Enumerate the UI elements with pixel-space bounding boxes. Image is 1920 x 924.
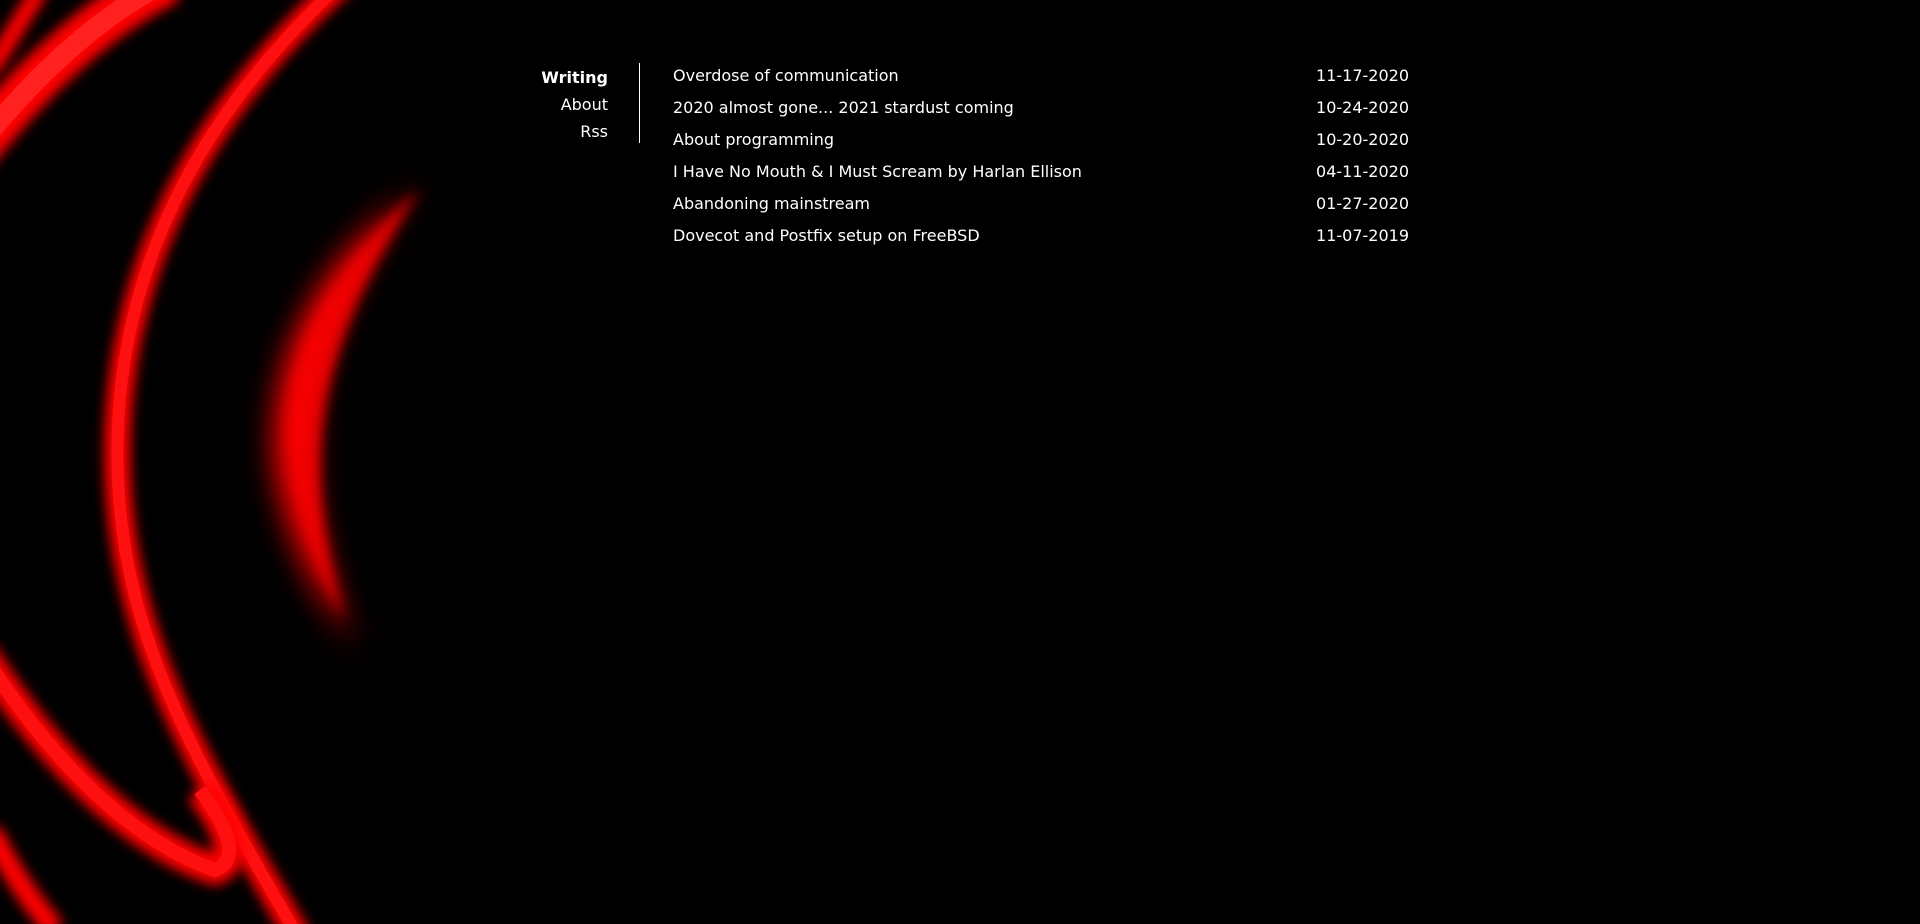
post-list-item: I Have No Mouth & I Must Scream by Harla…	[673, 159, 1409, 191]
post-title-link[interactable]: 2020 almost gone... 2021 stardust coming	[673, 95, 1014, 121]
post-date: 01-27-2020	[1316, 194, 1409, 213]
nav-divider	[639, 63, 640, 143]
nav-rss-link[interactable]: Rss	[440, 118, 608, 145]
post-date: 10-24-2020	[1316, 98, 1409, 117]
post-date: 04-11-2020	[1316, 162, 1409, 181]
nav-writing-link[interactable]: Writing	[440, 64, 608, 91]
nav-about-link[interactable]: About	[440, 91, 608, 118]
red-arc-bottom	[0, 825, 64, 924]
post-list-item: Abandoning mainstream 01-27-2020	[673, 191, 1409, 223]
post-list-item: Dovecot and Postfix setup on FreeBSD 11-…	[673, 223, 1409, 255]
post-list-item: 2020 almost gone... 2021 stardust coming…	[673, 95, 1409, 127]
post-title-link[interactable]: I Have No Mouth & I Must Scream by Harla…	[673, 159, 1082, 185]
post-list: Overdose of communication 11-17-2020 202…	[673, 63, 1409, 255]
post-title-link[interactable]: Abandoning mainstream	[673, 191, 870, 217]
post-title-link[interactable]: About programming	[673, 127, 834, 153]
post-list-item: About programming 10-20-2020	[673, 127, 1409, 159]
post-title-link[interactable]: Dovecot and Postfix setup on FreeBSD	[673, 223, 980, 249]
post-list-item: Overdose of communication 11-17-2020	[673, 63, 1409, 95]
post-title-link[interactable]: Overdose of communication	[673, 63, 899, 89]
main-nav: Writing About Rss	[440, 64, 608, 145]
post-date: 11-17-2020	[1316, 66, 1409, 85]
post-date: 11-07-2019	[1316, 226, 1409, 245]
post-date: 10-20-2020	[1316, 130, 1409, 149]
